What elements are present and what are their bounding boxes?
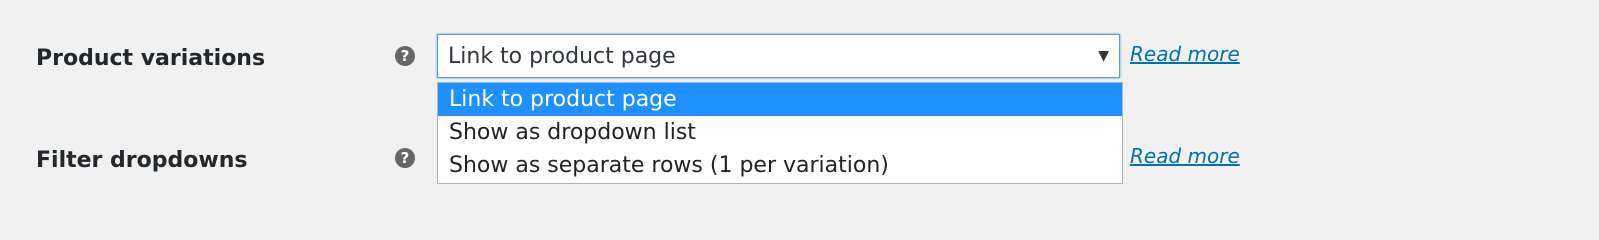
dropdown-option-link-to-product-page[interactable]: Link to product page bbox=[438, 83, 1122, 116]
read-more-link[interactable]: Read more bbox=[1130, 144, 1240, 168]
chevron-down-icon[interactable]: ▼ bbox=[1098, 48, 1109, 64]
read-more-link[interactable]: Read more bbox=[1130, 42, 1240, 66]
variations-dropdown-list: Link to product page Show as dropdown li… bbox=[437, 82, 1123, 184]
select-current-value: Link to product page bbox=[448, 44, 676, 69]
product-variations-label: Product variations bbox=[36, 46, 266, 71]
help-icon[interactable]: ? bbox=[395, 46, 415, 66]
dropdown-option-show-as-separate-rows[interactable]: Show as separate rows (1 per variation) bbox=[438, 149, 1122, 182]
product-variations-select[interactable]: Link to product page ▼ bbox=[437, 34, 1120, 78]
help-icon[interactable]: ? bbox=[395, 148, 415, 168]
filter-dropdowns-label: Filter dropdowns bbox=[36, 148, 248, 173]
dropdown-option-show-as-dropdown-list[interactable]: Show as dropdown list bbox=[438, 116, 1122, 149]
